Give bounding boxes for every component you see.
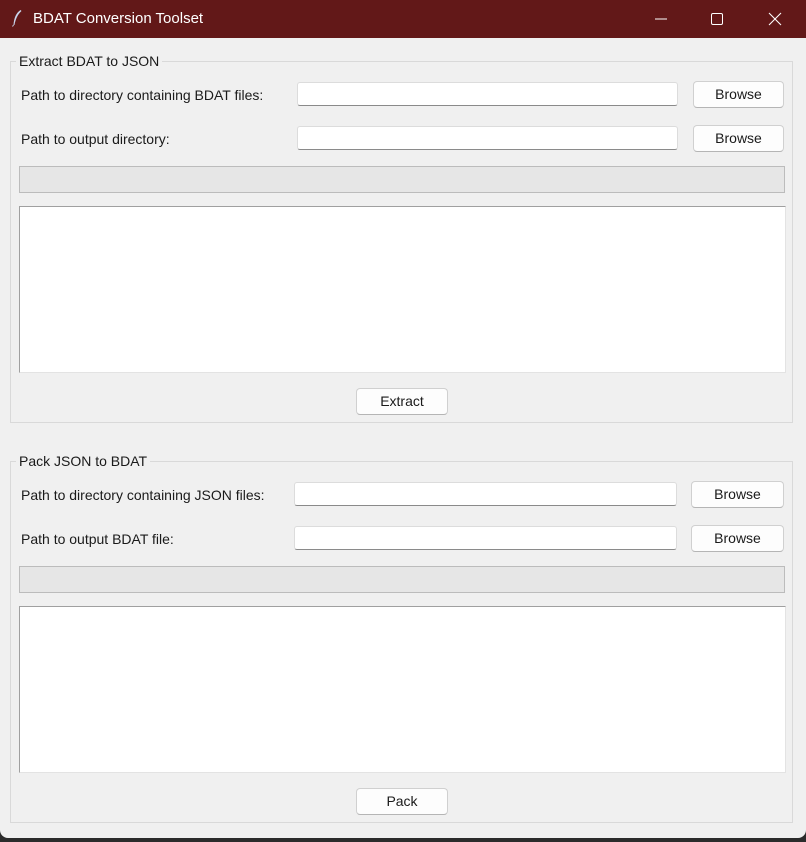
pack-output-browse-button[interactable]: Browse <box>691 525 784 552</box>
extract-log-area[interactable] <box>19 206 786 373</box>
close-button[interactable] <box>752 0 798 38</box>
maximize-icon <box>711 13 723 25</box>
feather-icon <box>12 10 22 27</box>
pack-input-dir-field[interactable] <box>294 482 677 506</box>
minimize-icon <box>655 18 667 20</box>
pack-output-file-label: Path to output BDAT file: <box>21 531 174 547</box>
pack-group-title: Pack JSON to BDAT <box>16 452 151 470</box>
pack-button[interactable]: Pack <box>356 788 448 815</box>
maximize-button[interactable] <box>694 0 740 38</box>
extract-input-dir-field[interactable] <box>297 82 678 106</box>
extract-group-title: Extract BDAT to JSON <box>16 52 163 70</box>
extract-button[interactable]: Extract <box>356 388 448 415</box>
app-window: BDAT Conversion Toolset Extract BDAT to … <box>0 0 806 838</box>
pack-output-file-field[interactable] <box>294 526 677 550</box>
extract-input-dir-label: Path to directory containing BDAT files: <box>21 87 264 103</box>
extract-output-dir-label: Path to output directory: <box>21 131 170 147</box>
extract-progress-bar <box>19 166 785 193</box>
window-title: BDAT Conversion Toolset <box>33 10 204 27</box>
minimize-button[interactable] <box>638 0 684 38</box>
extract-output-dir-field[interactable] <box>297 126 678 150</box>
extract-group: Extract BDAT to JSON Path to directory c… <box>10 52 793 423</box>
pack-input-dir-label: Path to directory containing JSON files: <box>21 487 265 503</box>
pack-input-browse-button[interactable]: Browse <box>691 481 784 508</box>
pack-group: Pack JSON to BDAT Path to directory cont… <box>10 452 793 823</box>
extract-input-browse-button[interactable]: Browse <box>693 81 784 108</box>
close-icon <box>768 12 782 26</box>
pack-log-area[interactable] <box>19 606 786 773</box>
pack-progress-bar <box>19 566 785 593</box>
extract-output-browse-button[interactable]: Browse <box>693 125 784 152</box>
title-bar[interactable]: BDAT Conversion Toolset <box>0 0 806 38</box>
